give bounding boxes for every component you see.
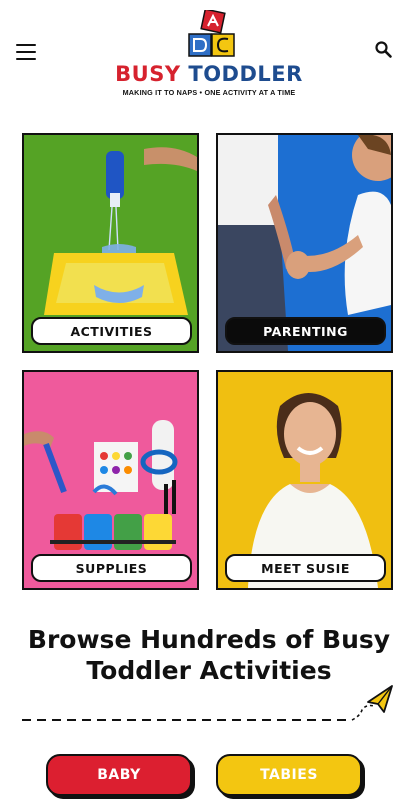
site-header: BUSY TODDLER MAKING IT TO NAPS • ONE ACT…	[0, 0, 418, 110]
hamburger-menu-icon[interactable]	[16, 44, 36, 60]
activities-label: ACTIVITIES	[31, 317, 192, 345]
tile-parenting[interactable]: PARENTING	[216, 133, 393, 353]
browse-heading: Browse Hundreds of Busy Toddler Activiti…	[27, 625, 391, 685]
brand-tagline: MAKING IT TO NAPS • ONE ACTIVITY AT A TI…	[122, 88, 296, 97]
tabies-button[interactable]: TABIES	[216, 754, 362, 796]
brand-logo[interactable]: BUSY TODDLER MAKING IT TO NAPS • ONE ACT…	[105, 8, 313, 100]
tile-supplies[interactable]: SUPPLIES	[22, 370, 199, 590]
logo-blocks-icon	[188, 10, 235, 57]
paper-plane-icon	[22, 685, 393, 721]
brand-title-second: TODDLER	[188, 62, 303, 86]
supplies-label: SUPPLIES	[31, 554, 192, 582]
brand-title: BUSY TODDLER	[105, 62, 313, 86]
baby-button[interactable]: BABY	[46, 754, 192, 796]
parenting-label: PARENTING	[225, 317, 386, 345]
brand-title-first: BUSY	[115, 62, 181, 86]
meet-susie-label: MEET SUSIE	[225, 554, 386, 582]
search-icon[interactable]	[374, 40, 394, 60]
tile-susie[interactable]: MEET SUSIE	[216, 370, 393, 590]
tile-activities[interactable]: ACTIVITIES	[22, 133, 199, 353]
